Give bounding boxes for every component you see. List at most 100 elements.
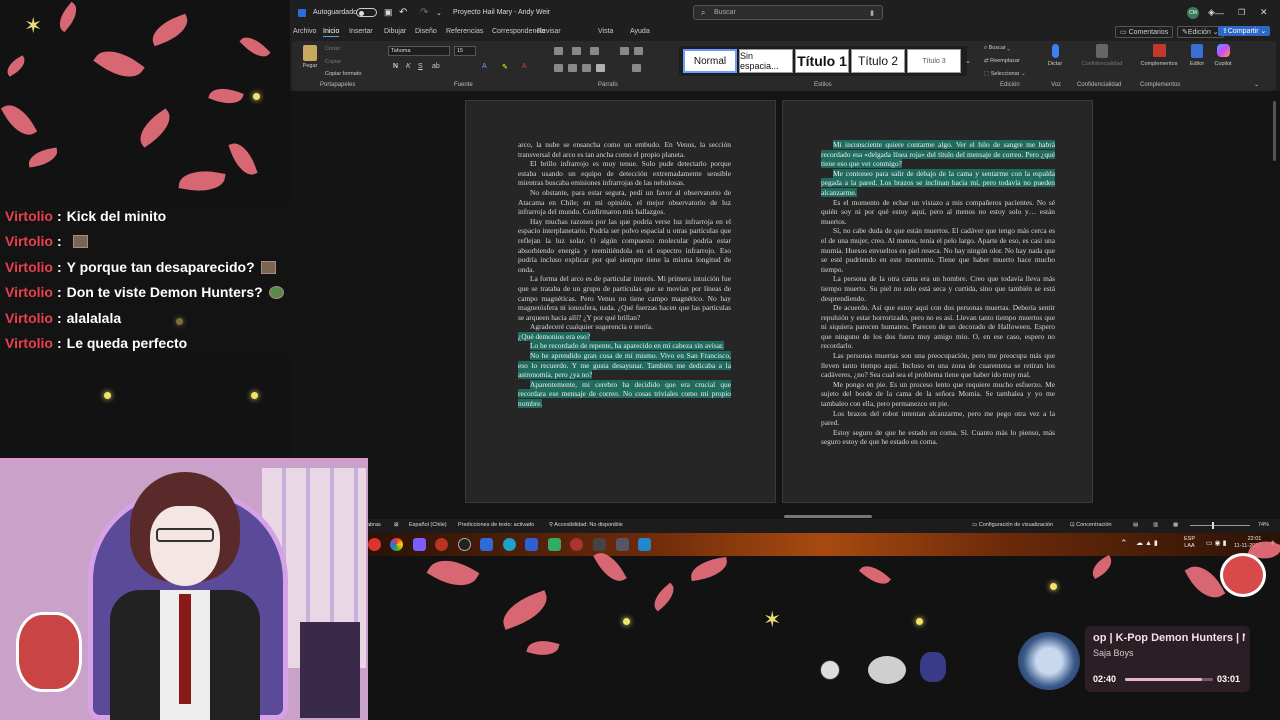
record-icon[interactable] xyxy=(368,538,381,551)
tray-icons[interactable]: ☁ ▲ ▮ xyxy=(1136,539,1158,547)
word-count[interactable]: abras xyxy=(367,522,381,528)
format-painter-button[interactable]: Copiar formato xyxy=(325,71,361,77)
multilevel-list-icon[interactable] xyxy=(590,47,599,55)
read-mode-icon[interactable]: ▤ xyxy=(1133,522,1138,528)
paragraph[interactable]: ¿Qué demonios era eso? xyxy=(518,331,731,342)
paragraph[interactable]: No obstante, para estar segura, pedí un … xyxy=(518,188,731,217)
style-title-3[interactable]: Título 3 xyxy=(907,49,961,73)
paragraph[interactable]: Mi inconsciente quiere contarme algo. Ve… xyxy=(821,140,1055,169)
paragraph[interactable]: Hay muchas razones por las que podría ve… xyxy=(518,217,731,275)
save-icon[interactable]: ▣ xyxy=(384,0,393,25)
style-title-2[interactable]: Título 2 xyxy=(851,49,905,73)
microphone-icon[interactable]: ▮ xyxy=(870,9,874,17)
tab-diseno[interactable]: Diseño xyxy=(415,28,437,35)
style-normal[interactable]: Normal xyxy=(683,49,737,73)
paste-button[interactable]: Pegar xyxy=(299,45,321,75)
select-button[interactable]: ⬚ Seleccionar ⌄ xyxy=(984,71,1026,77)
styles-more-icon[interactable]: ⌄ xyxy=(965,57,971,65)
paragraph[interactable]: Me contoneo para salir de debajo de la c… xyxy=(821,168,1055,198)
tab-inicio[interactable]: Inicio xyxy=(323,28,340,37)
editor-button[interactable]: Editor xyxy=(1186,44,1208,76)
paragraph[interactable]: La persona de la otra cama era un hombre… xyxy=(821,274,1055,303)
close-icon[interactable]: ✕ xyxy=(1260,0,1268,25)
web-layout-icon[interactable]: ▦ xyxy=(1173,522,1178,528)
sensitivity-button[interactable]: Confidencialidad xyxy=(1077,44,1127,76)
style-title-1[interactable]: Título 1 xyxy=(795,49,849,73)
zoom-level[interactable]: 74% xyxy=(1258,522,1269,528)
discord-icon[interactable] xyxy=(413,538,426,551)
word-taskbar-icon[interactable] xyxy=(480,538,493,551)
app-icon[interactable] xyxy=(638,538,651,551)
opera-icon[interactable] xyxy=(435,538,448,551)
strikethrough-button[interactable]: ab xyxy=(432,63,440,70)
numbering-icon[interactable] xyxy=(572,47,581,55)
app-icon[interactable] xyxy=(616,538,629,551)
paragraph[interactable]: Agradeceré cualquier sugerencia o teoría… xyxy=(518,322,731,332)
align-right-icon[interactable] xyxy=(582,64,591,72)
language-indicator[interactable]: Español (Chile) xyxy=(409,522,447,528)
redo-icon[interactable]: ↷ xyxy=(420,0,428,25)
maximize-icon[interactable]: ❐ xyxy=(1238,0,1245,25)
text-predictions[interactable]: Predicciones de texto: activado xyxy=(458,522,534,528)
spelling-icon[interactable]: ⊠ xyxy=(394,522,399,528)
cut-button[interactable]: Cortar xyxy=(325,46,340,52)
chrome-icon[interactable] xyxy=(390,538,403,551)
underline-button[interactable]: S xyxy=(418,63,423,70)
tab-insertar[interactable]: Insertar xyxy=(349,28,373,35)
undo-icon[interactable]: ↶ xyxy=(399,0,407,25)
minimize-icon[interactable]: — xyxy=(1215,0,1224,25)
paragraph[interactable]: Estoy seguro de que he estado en coma. S… xyxy=(821,428,1055,447)
shading-icon[interactable] xyxy=(632,64,641,72)
ribbon-options-icon[interactable]: ◈ xyxy=(1208,0,1215,25)
font-color-button[interactable]: A xyxy=(522,63,527,70)
font-size-select[interactable]: 15 xyxy=(454,46,476,56)
copilot-button[interactable]: Copilot xyxy=(1211,44,1235,76)
paragraph[interactable]: Me pongo en pie. Es un proceso lento que… xyxy=(821,380,1055,409)
network-volume-icons[interactable]: ▭ ◉ ▮ xyxy=(1206,539,1226,547)
bold-button[interactable]: N xyxy=(393,63,398,70)
app-icon[interactable] xyxy=(593,538,606,551)
style-no-spacing[interactable]: Sin espacia... xyxy=(739,49,793,73)
comments-button[interactable]: ▭ Comentarios xyxy=(1115,26,1174,38)
paragraph[interactable]: Lo he recordado de repente, ha aparecido… xyxy=(518,341,731,351)
align-left-icon[interactable] xyxy=(554,64,563,72)
autosave-toggle[interactable] xyxy=(356,0,377,25)
paragraph[interactable]: Sí, no cabe duda de que están muertos. E… xyxy=(821,226,1055,274)
display-settings-button[interactable]: ▭ Configuración de visualización xyxy=(972,522,1053,528)
vertical-scrollbar[interactable] xyxy=(1273,101,1276,161)
dictate-button[interactable]: Dictar xyxy=(1044,44,1066,76)
zoom-slider[interactable] xyxy=(1190,525,1250,526)
accessibility-status[interactable]: ⚲ Accesibilidad: No disponible xyxy=(549,522,623,528)
tab-archivo[interactable]: Archivo xyxy=(293,28,316,35)
paragraph[interactable]: El brillo infrarrojo es muy tenue. Solo … xyxy=(518,159,731,188)
zoom-slider-thumb[interactable] xyxy=(1212,522,1214,529)
horizontal-scrollbar[interactable] xyxy=(784,515,872,518)
tab-revisar[interactable]: Vista xyxy=(598,28,613,35)
tab-correspondencia[interactable]: Revisar xyxy=(537,28,561,35)
paragraph[interactable]: Aparentemente, mi cerebro ha decidido qu… xyxy=(518,379,731,409)
copy-button[interactable]: Copiar xyxy=(325,59,341,65)
paragraph[interactable]: No he aprendido gran cosa de mí mismo. V… xyxy=(518,351,731,380)
text-effects-button[interactable]: A xyxy=(482,63,487,70)
focus-button[interactable]: ⊡ Concentración xyxy=(1070,522,1112,528)
italic-button[interactable]: K xyxy=(406,63,411,70)
obs-icon[interactable] xyxy=(458,538,471,551)
search-box[interactable]: ⌕ Buscar ▮ xyxy=(693,0,883,25)
paragraph[interactable]: Los brazos del robot intentan alcanzarme… xyxy=(821,409,1055,428)
decrease-indent-icon[interactable] xyxy=(620,47,629,55)
addins-button[interactable]: Complementos xyxy=(1137,44,1181,76)
app-icon[interactable] xyxy=(548,538,561,551)
tab-disposicion[interactable]: Referencias xyxy=(446,28,483,35)
paragraph[interactable]: Es el momento de echar un vistazo a mis … xyxy=(821,198,1055,227)
font-name-select[interactable]: Tahoma xyxy=(388,46,450,56)
align-center-icon[interactable] xyxy=(568,64,577,72)
tab-dibujar[interactable]: Dibujar xyxy=(384,28,406,35)
paragraph[interactable]: Las personas muertas son una preocupació… xyxy=(821,351,1055,380)
bullets-icon[interactable] xyxy=(554,47,563,55)
print-layout-icon[interactable]: ▥ xyxy=(1153,522,1158,528)
collapse-ribbon-icon[interactable]: ⌄ xyxy=(1254,81,1259,88)
avatar[interactable]: CM xyxy=(1187,0,1199,25)
highlight-color-button[interactable]: ✎ xyxy=(502,63,508,71)
app-icon[interactable] xyxy=(525,538,538,551)
system-tray-chevron-icon[interactable]: ⌃ xyxy=(1120,538,1128,549)
